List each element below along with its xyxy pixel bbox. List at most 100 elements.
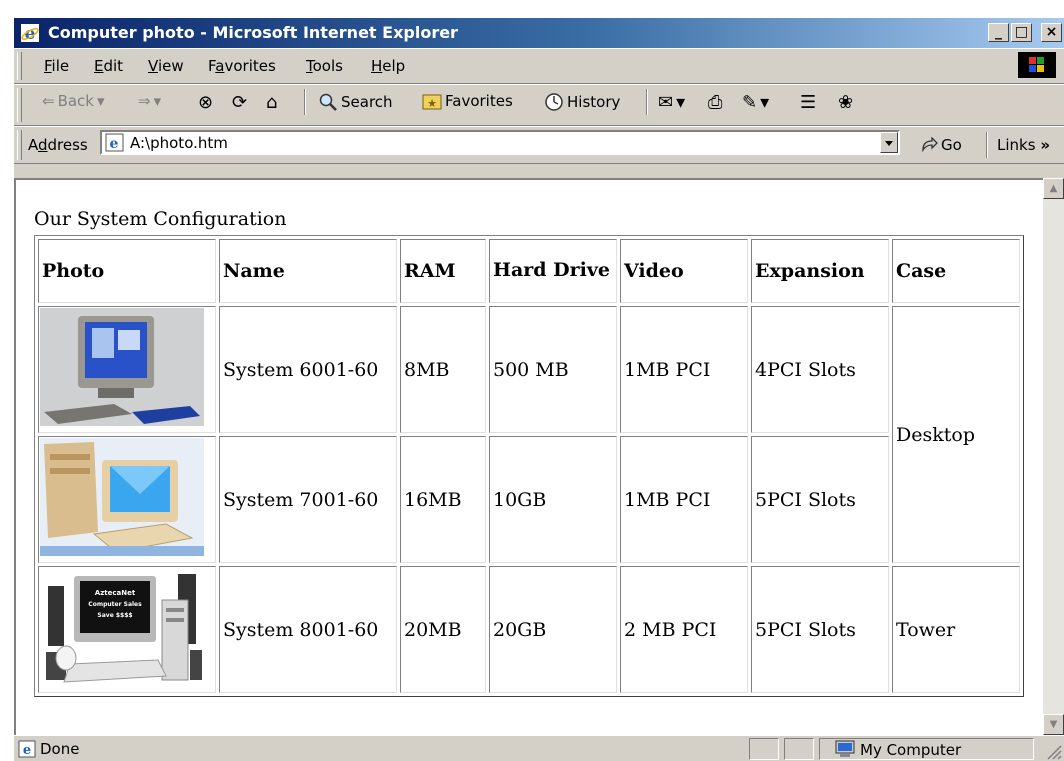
svg-text:e: e	[110, 136, 119, 152]
chevron-right-icon: »	[1040, 136, 1051, 154]
back-button[interactable]: ⇐ Back ▾	[42, 92, 105, 110]
table-row: System 7001-60 16MB 10GB 1MB PCI 5PCI Sl…	[38, 436, 1020, 563]
print-button[interactable]: ⎙	[708, 92, 722, 113]
menu-bar: File Edit View Favorites Tools Help	[14, 48, 1064, 84]
vertical-scrollbar[interactable]: ▲ ▼	[1043, 178, 1064, 735]
forward-button[interactable]: ⇒ ▾	[138, 92, 161, 110]
stop-button[interactable]: ⊗	[198, 92, 213, 113]
status-panel	[784, 738, 814, 760]
address-bar: Address e A:\photo.htm Go Links »	[14, 126, 1064, 164]
hard-drive-cell: 10GB	[489, 436, 617, 563]
browser-window: e Computer photo - Microsoft Internet Ex…	[14, 18, 1064, 761]
favorites-button[interactable]: ★ Favorites	[422, 92, 513, 110]
mail-icon: ✉	[658, 92, 674, 113]
toolbar-separator	[304, 89, 306, 115]
minimize-button[interactable]: _	[988, 23, 1009, 42]
favorites-folder-icon: ★	[422, 94, 442, 110]
monitor-text-line-3: Save $$$$	[97, 612, 132, 619]
links-button[interactable]: Links »	[997, 136, 1050, 154]
ie-logo-icon: e	[21, 24, 39, 43]
ram-cell: 20MB	[400, 566, 486, 693]
system-config-table: Photo Name RAM Hard Drive Video Expansio…	[34, 235, 1024, 697]
video-cell: 1MB PCI	[620, 306, 748, 433]
stop-icon: ⊗	[198, 92, 214, 113]
header-video: Video	[620, 239, 748, 303]
hard-drive-cell: 500 MB	[489, 306, 617, 433]
expansion-cell: 5PCI Slots	[751, 566, 889, 693]
tower-computer-photo: AztecaNet Computer Sales Save $$$$	[40, 568, 204, 686]
zone-panel: My Computer	[819, 738, 1034, 760]
monitor-text-line-1: AztecaNet	[95, 589, 136, 597]
page-status-icon: e	[18, 740, 36, 758]
chevron-down-icon	[885, 141, 893, 146]
header-ram: RAM	[400, 239, 486, 303]
table-header-row: Photo Name RAM Hard Drive Video Expansio…	[38, 239, 1020, 303]
go-button[interactable]: Go	[920, 136, 962, 154]
resize-grip-icon[interactable]	[1044, 742, 1062, 760]
scroll-up-button[interactable]: ▲	[1043, 178, 1064, 199]
standard-toolbar: ⇐ Back ▾ ⇒ ▾ ⊗ ⟳ ⌂ Search ★ Favorites Hi…	[14, 84, 1064, 126]
table-row: AztecaNet Computer Sales Save $$$$ Syste…	[38, 566, 1020, 693]
hard-drive-cell: 20GB	[489, 566, 617, 693]
chevron-down-icon: ▾	[153, 92, 162, 110]
my-computer-icon	[835, 740, 855, 757]
table-caption: Our System Configuration	[34, 208, 287, 230]
window-title: Computer photo - Microsoft Internet Expl…	[48, 23, 458, 42]
address-dropdown-button[interactable]	[880, 132, 898, 153]
expansion-cell: 5PCI Slots	[751, 436, 889, 563]
photo-cell	[38, 436, 216, 563]
menu-tools[interactable]: Tools	[306, 57, 343, 75]
links-separator	[986, 132, 988, 158]
case-cell: Desktop	[892, 306, 1020, 563]
history-button[interactable]: History	[544, 92, 620, 112]
address-input[interactable]: e A:\photo.htm	[100, 130, 900, 155]
video-cell: 1MB PCI	[620, 436, 748, 563]
back-label: Back	[57, 92, 94, 110]
header-case: Case	[892, 239, 1020, 303]
monitor-text-line-2: Computer Sales	[88, 601, 142, 608]
windows-logo-icon	[1018, 52, 1056, 78]
header-photo: Photo	[38, 239, 216, 303]
refresh-icon: ⟳	[232, 92, 248, 113]
case-cell: Tower	[892, 566, 1020, 693]
print-icon: ⎙	[708, 92, 723, 113]
address-grip	[17, 130, 22, 160]
edit-button[interactable]: ✎ ▾	[742, 92, 769, 113]
menu-edit[interactable]: Edit	[94, 57, 123, 75]
address-value: A:\photo.htm	[130, 134, 228, 152]
page-content: Our System Configuration Photo Name RAM …	[14, 178, 1043, 735]
menu-help[interactable]: Help	[371, 57, 405, 75]
messenger-button[interactable]: ❀	[838, 92, 853, 113]
messenger-icon: ❀	[838, 92, 854, 113]
toolbar-separator	[646, 89, 648, 115]
scroll-down-button[interactable]: ▼	[1043, 714, 1064, 735]
status-panel	[749, 738, 779, 760]
table-row: System 6001-60 8MB 500 MB 1MB PCI 4PCI S…	[38, 306, 1020, 563]
page-icon: e	[105, 133, 124, 152]
back-arrow-icon: ⇐	[42, 92, 55, 110]
video-cell: 2 MB PCI	[620, 566, 748, 693]
menu-favorites[interactable]: Favorites	[208, 57, 276, 75]
chevron-down-icon: ▾	[676, 92, 686, 113]
zone-text: My Computer	[860, 741, 962, 759]
discuss-button[interactable]: ☰	[800, 92, 816, 113]
close-button[interactable]: ×	[1041, 23, 1062, 42]
title-bar: e Computer photo - Microsoft Internet Ex…	[14, 18, 1064, 48]
header-name: Name	[219, 239, 397, 303]
name-cell: System 7001-60	[219, 436, 397, 563]
edit-icon: ✎	[742, 92, 758, 113]
search-button[interactable]: Search	[318, 92, 393, 112]
refresh-button[interactable]: ⟳	[232, 92, 247, 113]
header-hard-drive: Hard Drive	[489, 239, 617, 303]
mail-button[interactable]: ✉ ▾	[658, 92, 685, 113]
ram-cell: 16MB	[400, 436, 486, 563]
search-icon	[319, 93, 337, 111]
history-icon	[545, 93, 563, 111]
menu-file[interactable]: File	[44, 57, 69, 75]
home-button[interactable]: ⌂	[266, 92, 277, 113]
photo-cell: AztecaNet Computer Sales Save $$$$	[38, 566, 216, 693]
expansion-cell: 4PCI Slots	[751, 306, 889, 433]
menu-view[interactable]: View	[148, 57, 184, 75]
restore-button[interactable]: □	[1011, 23, 1032, 42]
forward-arrow-icon: ⇒	[138, 92, 151, 110]
